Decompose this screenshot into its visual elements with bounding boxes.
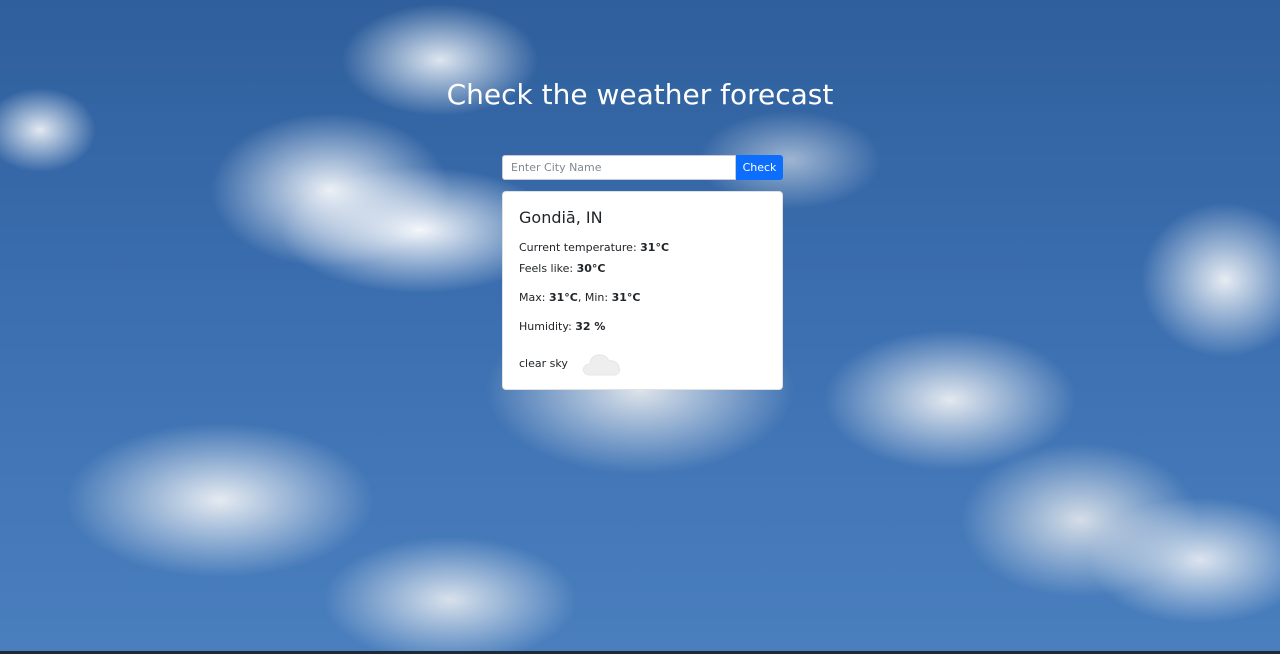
min-label: , Min: [577, 291, 612, 304]
city-name: Gondiā, IN [519, 208, 603, 227]
weather-description-row: clear sky [519, 347, 766, 379]
max-label: Max: [519, 291, 549, 304]
max-min-temperature: Max: 31°C, Min: 31°C [519, 291, 766, 304]
max-value: 31°C [548, 291, 578, 304]
humidity-value: 32 % [575, 320, 606, 333]
current-temperature-label: Current temperature: [519, 241, 641, 254]
page-background: Check the weather forecast Check Gondiā,… [0, 0, 1280, 654]
page-title: Check the weather forecast [446, 78, 834, 111]
cloud-icon [580, 347, 624, 379]
city-search-input[interactable] [502, 155, 736, 180]
humidity-label: Humidity: [519, 320, 576, 333]
min-value: 31°C [611, 291, 641, 304]
current-temperature: Current temperature: 31°C [519, 241, 766, 254]
weather-card: Gondiā, IN Current temperature: 31°C Fee… [502, 191, 783, 390]
feels-like-value: 30°C [576, 262, 606, 275]
feels-like: Feels like: 30°C [519, 262, 766, 275]
weather-description: clear sky [519, 356, 568, 370]
humidity: Humidity: 32 % [519, 320, 766, 333]
check-button[interactable]: Check [736, 155, 783, 180]
current-temperature-value: 31°C [640, 241, 670, 254]
feels-like-label: Feels like: [519, 262, 577, 275]
search-form: Check [502, 155, 783, 180]
